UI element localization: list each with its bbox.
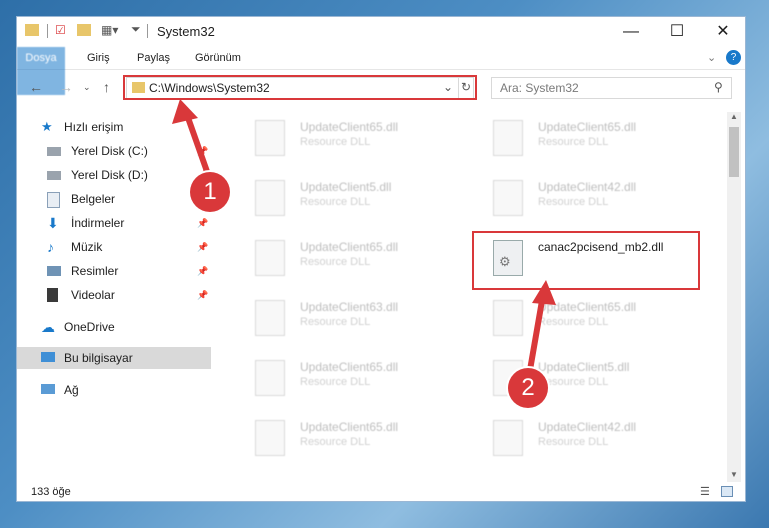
step-badge-1: 1 — [190, 172, 230, 212]
arrow-1 — [172, 99, 213, 181]
arrow-2-head — [532, 280, 556, 305]
step-badge-2: 2 — [508, 368, 548, 408]
arrow-2-line — [527, 294, 546, 371]
annotation-arrows — [172, 99, 556, 371]
arrow-1-head — [172, 99, 198, 124]
arrow-2 — [527, 280, 556, 371]
arrow-1-line — [183, 111, 213, 181]
